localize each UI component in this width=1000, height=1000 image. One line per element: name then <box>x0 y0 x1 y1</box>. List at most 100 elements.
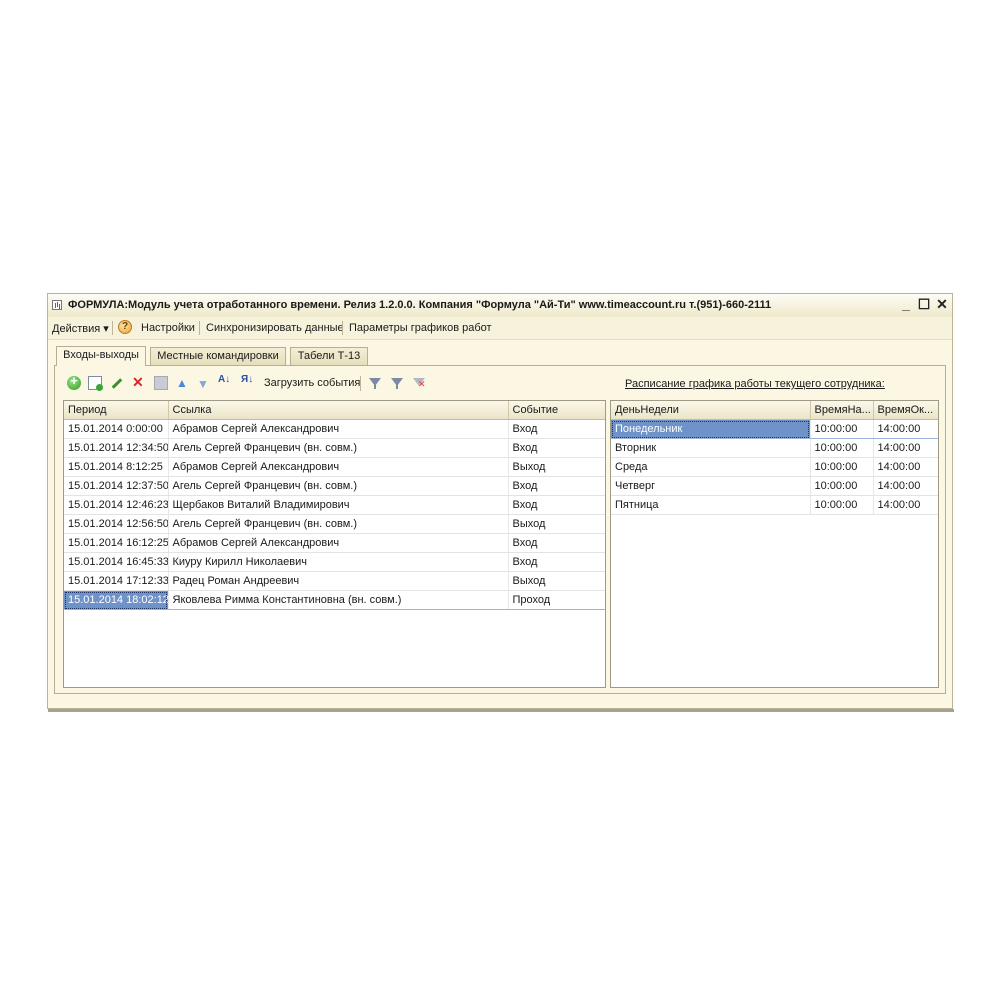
column-header-link[interactable]: Ссылка <box>168 401 509 420</box>
table-cell[interactable]: 10:00:00 <box>810 476 874 496</box>
table-cell[interactable]: Абрамов Сергей Александрович <box>168 533 509 553</box>
table-cell[interactable]: 15.01.2014 12:34:50 <box>64 438 169 458</box>
filter-settings-icon[interactable] <box>390 376 404 390</box>
tab-local-business-trips[interactable]: Местные командировки <box>150 347 286 365</box>
table-cell[interactable]: 15.01.2014 16:45:33 <box>64 552 169 572</box>
table-cell[interactable]: 14:00:00 <box>873 495 938 515</box>
table-cell[interactable]: Абрамов Сергей Александрович <box>168 419 509 439</box>
table-row[interactable]: 15.01.2014 17:12:33 Радец Роман Андреевич… <box>64 571 605 591</box>
table-row[interactable]: 15.01.2014 16:12:25 Абрамов Сергей Алекса… <box>64 533 605 553</box>
grid-icon[interactable] <box>154 376 168 390</box>
edit-icon[interactable] <box>109 376 123 390</box>
table-row[interactable]: 15.01.2014 12:37:50 Агель Сергей Францеви… <box>64 476 605 496</box>
table-cell[interactable]: Вход <box>508 438 605 458</box>
table-cell[interactable]: Вход <box>508 419 605 439</box>
table-cell[interactable]: Вход <box>508 552 605 572</box>
maximize-button[interactable]: ☐ <box>916 296 932 313</box>
table-cell[interactable]: 15.01.2014 8:12:25 <box>64 457 169 477</box>
table-row[interactable]: 15.01.2014 0:00:00 Абрамов Сергей Алексан… <box>64 419 605 439</box>
table-row[interactable]: 15.01.2014 8:12:25 Абрамов Сергей Алексан… <box>64 457 605 477</box>
table-cell[interactable]: Киуру Кирилл Николаевич <box>168 552 509 572</box>
copy-icon[interactable] <box>88 376 103 391</box>
table-cell[interactable]: Пятница <box>611 495 811 515</box>
table-cell[interactable]: Четверг <box>611 476 811 496</box>
table-row[interactable]: Вторник 10:00:00 14:00:00 <box>611 438 938 458</box>
sync-data-menu-item[interactable]: Синхронизировать данные <box>206 322 344 334</box>
table-cell[interactable]: 10:00:00 <box>810 438 874 458</box>
table-row[interactable]: 15.01.2014 12:46:23 Щербаков Виталий Влад… <box>64 495 605 515</box>
table-row[interactable]: 15.01.2014 12:34:50 Агель Сергей Францеви… <box>64 438 605 458</box>
settings-menu-item[interactable]: Настройки <box>141 322 195 334</box>
table-cell[interactable]: Вход <box>508 533 605 553</box>
column-header-end-time[interactable]: ВремяОк... <box>873 401 938 420</box>
move-down-icon[interactable] <box>196 376 210 391</box>
sort-desc-icon[interactable]: Я↓ <box>241 375 255 390</box>
column-header-period[interactable]: Период <box>64 401 169 420</box>
table-cell[interactable]: 14:00:00 <box>873 457 938 477</box>
table-cell[interactable]: 10:00:00 <box>810 419 874 439</box>
table-cell[interactable]: Агель Сергей Францевич (вн. совм.) <box>168 476 509 496</box>
minimize-button[interactable]: _ <box>898 296 914 312</box>
column-header-weekday[interactable]: ДеньНедели <box>611 401 811 420</box>
load-events-button[interactable]: Загрузить события <box>264 377 360 389</box>
table-cell[interactable]: Среда <box>611 457 811 477</box>
tab-timesheets-t13[interactable]: Табели Т-13 <box>290 347 368 365</box>
table-cell[interactable]: Вход <box>508 495 605 515</box>
window-title: ФОРМУЛА:Модуль учета отработанного време… <box>68 299 772 311</box>
table-row[interactable]: Пятница 10:00:00 14:00:00 <box>611 495 938 515</box>
menu-bar: Действия ▾ ? Настройки Синхронизировать … <box>48 317 952 340</box>
move-up-icon[interactable] <box>175 376 189 390</box>
schedule-table[interactable]: ДеньНедели ВремяНа... ВремяОк... Понедел… <box>610 400 939 688</box>
table-cell[interactable]: Вторник <box>611 438 811 458</box>
table-cell[interactable]: 14:00:00 <box>873 419 938 439</box>
table-cell[interactable]: 10:00:00 <box>810 495 874 515</box>
table-cell[interactable]: 15.01.2014 0:00:00 <box>64 419 169 439</box>
table-cell[interactable]: 15.01.2014 17:12:33 <box>64 571 169 591</box>
table-row[interactable]: Среда 10:00:00 14:00:00 <box>611 457 938 477</box>
table-cell[interactable]: 15.01.2014 16:12:25 <box>64 533 169 553</box>
table-row[interactable]: 15.01.2014 12:56:50 Агель Сергей Францеви… <box>64 514 605 534</box>
tab-entries-exits[interactable]: Входы-выходы <box>56 346 146 366</box>
table-cell[interactable]: Проход <box>508 590 605 610</box>
menu-separator <box>199 321 200 335</box>
table-cell[interactable]: Вход <box>508 476 605 496</box>
table-cell[interactable]: Выход <box>508 457 605 477</box>
filter-clear-icon[interactable] <box>412 376 426 390</box>
schedule-params-menu-item[interactable]: Параметры графиков работ <box>349 322 492 334</box>
close-button[interactable]: ✕ <box>934 296 950 313</box>
menu-separator <box>342 321 343 335</box>
add-icon[interactable] <box>67 373 81 390</box>
tab-panel: А↓ Я↓ Загрузить события Расписание графи… <box>54 365 946 694</box>
events-table[interactable]: Период Ссылка Событие 15.01.2014 0:00:00… <box>63 400 606 688</box>
table-row[interactable]: Понедельник 10:00:00 14:00:00 <box>611 419 938 439</box>
table-cell[interactable]: Абрамов Сергей Александрович <box>168 457 509 477</box>
column-header-start-time[interactable]: ВремяНа... <box>810 401 874 420</box>
table-cell[interactable]: 15.01.2014 12:46:23 <box>64 495 169 515</box>
table-cell[interactable]: 14:00:00 <box>873 438 938 458</box>
table-cell[interactable]: Понедельник <box>611 419 811 439</box>
column-header-event[interactable]: Событие <box>508 401 605 420</box>
table-cell[interactable]: Агель Сергей Францевич (вн. совм.) <box>168 514 509 534</box>
table-cell[interactable]: Выход <box>508 571 605 591</box>
table-row[interactable]: Четверг 10:00:00 14:00:00 <box>611 476 938 496</box>
table-cell[interactable]: Агель Сергей Францевич (вн. совм.) <box>168 438 509 458</box>
table-cell[interactable]: Щербаков Виталий Владимирович <box>168 495 509 515</box>
table-cell[interactable]: 15.01.2014 18:02:12 <box>64 590 169 610</box>
filter-icon[interactable] <box>368 376 382 390</box>
table-cell[interactable]: Яковлева Римма Константиновна (вн. совм.… <box>168 590 509 610</box>
help-icon[interactable]: ? <box>118 320 132 334</box>
app-icon <box>52 300 62 310</box>
actions-menu[interactable]: Действия ▾ <box>52 322 109 335</box>
table-cell[interactable]: 10:00:00 <box>810 457 874 477</box>
table-cell[interactable]: Радец Роман Андреевич <box>168 571 509 591</box>
table-cell[interactable]: 15.01.2014 12:37:50 <box>64 476 169 496</box>
table-row[interactable]: 15.01.2014 16:45:33 Киуру Кирилл Николаев… <box>64 552 605 572</box>
delete-icon[interactable] <box>131 374 145 391</box>
table-cell[interactable]: 15.01.2014 12:56:50 <box>64 514 169 534</box>
sort-asc-icon[interactable]: А↓ <box>218 375 232 390</box>
table-row[interactable]: 15.01.2014 18:02:12 Яковлева Римма Конста… <box>64 590 605 610</box>
table-cell[interactable]: 14:00:00 <box>873 476 938 496</box>
app-window: ФОРМУЛА:Модуль учета отработанного време… <box>47 293 954 712</box>
table-cell[interactable]: Выход <box>508 514 605 534</box>
schedule-link[interactable]: Расписание графика работы текущего сотру… <box>625 378 885 390</box>
